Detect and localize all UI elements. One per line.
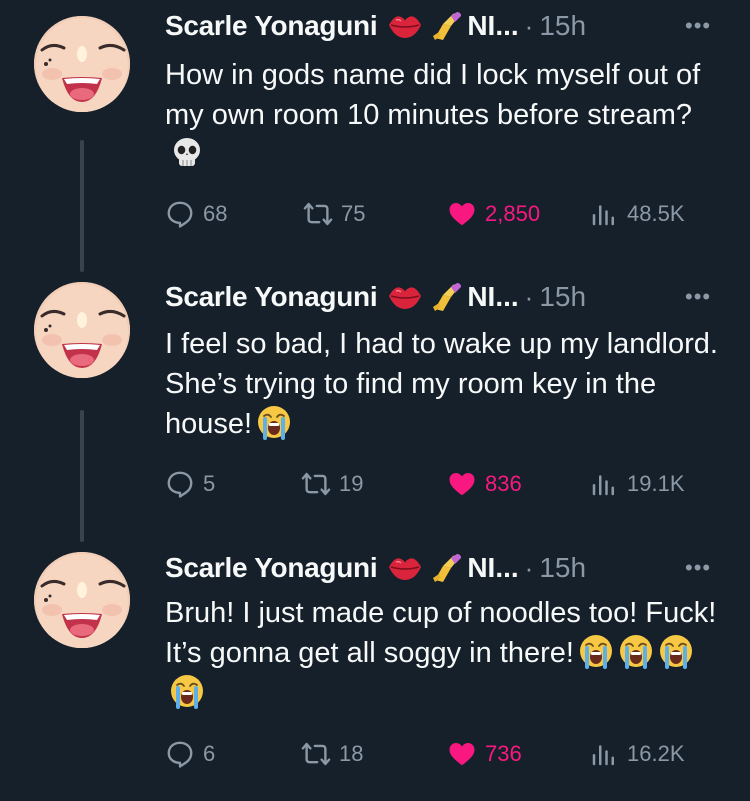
tweet-text: I feel so bad, I had to wake up my landl… [165,324,725,444]
retweet-icon [301,469,331,499]
reply-icon [165,199,195,229]
reply-count: 5 [203,471,216,496]
reply-icon [165,469,195,499]
reply-button[interactable]: 5 [165,467,215,501]
more-options-icon[interactable]: ••• [685,8,711,44]
heart-icon [447,469,477,499]
crying-face-emoji-icon [578,633,614,669]
author-name[interactable]: Scarle Yonaguni [165,281,378,313]
avatar[interactable] [34,282,130,378]
more-options-icon[interactable]: ••• [685,279,711,315]
retweet-button[interactable]: 18 [301,737,363,771]
tweet[interactable]: Scarle Yonaguni NI... · 15h ••• I feel s… [0,270,750,540]
like-button[interactable]: 2,850 [447,197,540,231]
crying-face-emoji-icon [618,633,654,669]
reply-button[interactable]: 68 [165,197,227,231]
tweet-body: How in gods name did I lock myself out o… [165,59,701,131]
lips-emoji-icon [387,552,423,584]
tweet-body: I feel so bad, I had to wake up my landl… [165,328,718,440]
retweet-icon [303,199,333,229]
like-count: 2,850 [485,201,541,226]
tweet[interactable]: Scarle Yonaguni NI... · 15h ••• Bruh! I … [0,540,750,801]
heart-icon [447,739,477,769]
view-count: 19.1K [627,471,685,496]
author-handle[interactable]: NI... [467,552,518,584]
like-button[interactable]: 836 [447,467,522,501]
crying-face-emoji-icon [256,404,292,440]
retweet-count: 18 [339,741,364,766]
crying-face-emoji-icon [169,673,205,709]
view-count: 16.2K [627,741,685,766]
author-name[interactable]: Scarle Yonaguni [165,552,378,584]
views-icon [589,739,619,769]
avatar-icon [34,282,130,378]
like-count: 736 [485,741,522,766]
views-icon [589,199,619,229]
nail-polish-emoji-icon [429,552,465,584]
reply-count: 6 [203,741,216,766]
reply-icon [165,739,195,769]
action-bar: 6 18 736 16.2K [165,737,725,771]
like-button[interactable]: 736 [447,737,522,771]
avatar[interactable] [34,16,130,112]
retweet-count: 19 [339,471,364,496]
retweet-icon [301,739,331,769]
tweet-header: Scarle Yonaguni NI... · 15h [165,8,586,44]
tweet-header: Scarle Yonaguni NI... · 15h [165,279,586,315]
author-handle[interactable]: NI... [467,281,518,313]
author-name[interactable]: Scarle Yonaguni [165,10,378,42]
timestamp[interactable]: 15h [539,10,586,42]
retweet-count: 75 [341,201,366,226]
avatar-icon [34,16,130,112]
reply-button[interactable]: 6 [165,737,215,771]
nail-polish-emoji-icon [429,281,465,313]
avatar[interactable] [34,552,130,648]
reply-count: 68 [203,201,228,226]
tweet-text: How in gods name did I lock myself out o… [165,55,725,175]
separator-dot: · [524,281,534,312]
avatar-icon [34,552,130,648]
more-options-icon[interactable]: ••• [685,550,711,586]
timestamp[interactable]: 15h [539,552,586,584]
like-count: 836 [485,471,522,496]
action-bar: 68 75 2,850 48.5K [165,197,725,231]
author-handle[interactable]: NI... [467,10,518,42]
skull-emoji-icon [169,135,205,171]
tweet[interactable]: Scarle Yonaguni NI... · 15h ••• How in g… [0,0,750,270]
nail-polish-emoji-icon [429,10,465,42]
action-bar: 5 19 836 19.1K [165,467,725,501]
lips-emoji-icon [387,281,423,313]
retweet-button[interactable]: 19 [301,467,363,501]
view-count: 48.5K [627,201,685,226]
views-button[interactable]: 48.5K [589,197,685,231]
crying-face-emoji-icon [658,633,694,669]
views-button[interactable]: 16.2K [589,737,685,771]
views-icon [589,469,619,499]
tweet-text: Bruh! I just made cup of noodles too! Fu… [165,593,725,713]
retweet-button[interactable]: 75 [303,197,365,231]
tweet-header: Scarle Yonaguni NI... · 15h [165,550,586,586]
separator-dot: · [524,10,534,41]
separator-dot: · [524,552,534,583]
heart-icon [447,199,477,229]
timestamp[interactable]: 15h [539,281,586,313]
views-button[interactable]: 19.1K [589,467,685,501]
lips-emoji-icon [387,10,423,42]
